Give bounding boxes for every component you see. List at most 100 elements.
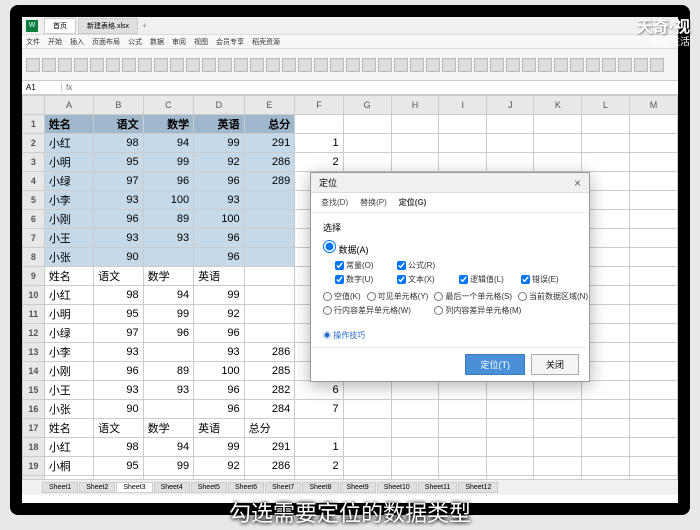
- radio-coldiff[interactable]: 列内容差异单元格(M): [434, 305, 588, 316]
- help-link[interactable]: ◉ 操作技巧: [311, 324, 589, 347]
- cell[interactable]: 284: [244, 400, 295, 419]
- toolbar-button[interactable]: [42, 58, 56, 72]
- cell[interactable]: 89: [143, 210, 194, 229]
- toolbar-button[interactable]: [554, 58, 568, 72]
- cell[interactable]: 99: [194, 286, 245, 305]
- cell[interactable]: [534, 381, 582, 400]
- cell[interactable]: [582, 419, 630, 438]
- cell[interactable]: 93: [94, 229, 144, 248]
- cell[interactable]: [534, 134, 582, 153]
- col-header[interactable]: A: [44, 96, 93, 115]
- cell[interactable]: [391, 381, 439, 400]
- cell[interactable]: [343, 134, 391, 153]
- cell[interactable]: 96: [143, 324, 194, 343]
- cell[interactable]: [629, 305, 677, 324]
- cell[interactable]: [391, 438, 439, 457]
- cell[interactable]: 姓名: [44, 267, 93, 286]
- cell[interactable]: 小明: [44, 153, 93, 172]
- cell[interactable]: 282: [244, 381, 295, 400]
- cell[interactable]: [486, 400, 534, 419]
- cell[interactable]: 小红: [44, 438, 93, 457]
- row-header[interactable]: 5: [23, 191, 45, 210]
- row-header[interactable]: 10: [23, 286, 45, 305]
- cell[interactable]: [391, 134, 439, 153]
- cell[interactable]: 英语: [194, 419, 245, 438]
- row-header[interactable]: 8: [23, 248, 45, 267]
- cell[interactable]: [629, 343, 677, 362]
- cell[interactable]: [582, 438, 630, 457]
- cell[interactable]: 小张: [44, 400, 93, 419]
- cell[interactable]: 98: [94, 134, 144, 153]
- cell[interactable]: [439, 419, 486, 438]
- menu-item[interactable]: 页面布局: [92, 37, 120, 47]
- cell[interactable]: 286: [244, 153, 295, 172]
- cell[interactable]: 99: [143, 457, 194, 476]
- toolbar-button[interactable]: [26, 58, 40, 72]
- cell[interactable]: 99: [194, 134, 245, 153]
- toolbar-button[interactable]: [250, 58, 264, 72]
- cell[interactable]: 93: [94, 191, 144, 210]
- row-header[interactable]: 14: [23, 362, 45, 381]
- menu-item[interactable]: 会员专享: [216, 37, 244, 47]
- toolbar-button[interactable]: [362, 58, 376, 72]
- row-header[interactable]: 11: [23, 305, 45, 324]
- chk-num[interactable]: 数字(U): [335, 274, 391, 285]
- cell[interactable]: [582, 115, 630, 134]
- tab-add[interactable]: +: [142, 21, 147, 30]
- cell[interactable]: 291: [244, 438, 295, 457]
- chk-formula[interactable]: 公式(R): [397, 260, 453, 271]
- cell[interactable]: 总分: [244, 115, 295, 134]
- row-header[interactable]: 1: [23, 115, 45, 134]
- col-header[interactable]: J: [486, 96, 534, 115]
- cell[interactable]: [582, 457, 630, 476]
- row-header[interactable]: 13: [23, 343, 45, 362]
- menu-item[interactable]: 公式: [128, 37, 142, 47]
- cell[interactable]: 96: [94, 362, 144, 381]
- row-header[interactable]: 16: [23, 400, 45, 419]
- tab-document[interactable]: 新建表格.xlsx: [78, 18, 138, 34]
- cell[interactable]: 93: [194, 343, 245, 362]
- cell[interactable]: [143, 400, 194, 419]
- row-header[interactable]: 17: [23, 419, 45, 438]
- cell[interactable]: [629, 115, 677, 134]
- cell[interactable]: [343, 438, 391, 457]
- toolbar-button[interactable]: [266, 58, 280, 72]
- cell[interactable]: [534, 153, 582, 172]
- cell[interactable]: 1: [295, 134, 343, 153]
- cell[interactable]: [486, 381, 534, 400]
- toolbar-button[interactable]: [122, 58, 136, 72]
- cell[interactable]: [439, 381, 486, 400]
- cell[interactable]: 1: [295, 438, 343, 457]
- cell[interactable]: [629, 400, 677, 419]
- cell[interactable]: [439, 153, 486, 172]
- toolbar-button[interactable]: [490, 58, 504, 72]
- row-header[interactable]: 15: [23, 381, 45, 400]
- toolbar-button[interactable]: [506, 58, 520, 72]
- cell[interactable]: 小刚: [44, 362, 93, 381]
- toolbar-button[interactable]: [602, 58, 616, 72]
- menu-item[interactable]: 数据: [150, 37, 164, 47]
- cell[interactable]: [343, 381, 391, 400]
- toolbar-button[interactable]: [378, 58, 392, 72]
- cell[interactable]: 95: [94, 457, 144, 476]
- cell[interactable]: [629, 210, 677, 229]
- cell[interactable]: 小张: [44, 248, 93, 267]
- col-header[interactable]: E: [244, 96, 295, 115]
- dialog-close-icon[interactable]: ×: [574, 176, 581, 190]
- cell[interactable]: [486, 457, 534, 476]
- cell[interactable]: 96: [194, 381, 245, 400]
- cell[interactable]: 99: [143, 153, 194, 172]
- cell[interactable]: 90: [94, 400, 144, 419]
- fx-icon[interactable]: fx: [62, 83, 76, 92]
- cell[interactable]: 95: [94, 305, 144, 324]
- cell[interactable]: [244, 267, 295, 286]
- toolbar-button[interactable]: [202, 58, 216, 72]
- cell[interactable]: [439, 115, 486, 134]
- cell[interactable]: [244, 229, 295, 248]
- cell[interactable]: 数学: [143, 419, 194, 438]
- toolbar-button[interactable]: [394, 58, 408, 72]
- cell[interactable]: 96: [194, 172, 245, 191]
- row-header[interactable]: 2: [23, 134, 45, 153]
- cell[interactable]: 98: [94, 286, 144, 305]
- cell[interactable]: [343, 153, 391, 172]
